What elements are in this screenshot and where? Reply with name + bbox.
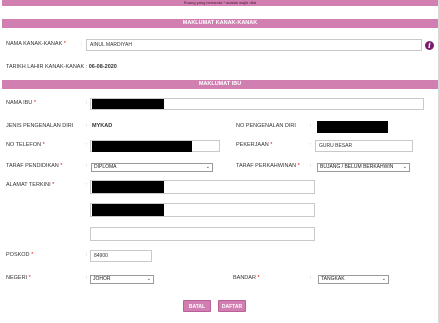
redacted-address-2 xyxy=(92,204,164,216)
child-dob-value: 06-08-2020 xyxy=(88,64,117,70)
colon: : xyxy=(81,41,83,47)
education-label: TARAF PENDIDIKAN * xyxy=(6,163,63,169)
chevron-down-icon: ⌄ xyxy=(381,276,386,282)
child-name-input[interactable]: AINUL MARDIYAH xyxy=(86,39,422,51)
required-fields-note: Ruang yang bertanda * adalah wajib diisi xyxy=(2,0,438,6)
address-label: ALAMAT TERKINI * xyxy=(6,182,55,188)
colon: : xyxy=(310,142,312,148)
colon: : xyxy=(86,163,88,169)
state-select[interactable]: JOHOR ⌄ xyxy=(90,275,154,284)
city-label: BANDAR * xyxy=(233,275,260,281)
child-dob-label: TARIKH LAHIR KANAK-KANAK : 06-08-2020 xyxy=(6,64,117,70)
state-label: NEGERI * xyxy=(6,275,31,281)
redacted-mother-name xyxy=(92,99,164,109)
job-input[interactable]: GURU BESAR xyxy=(315,140,413,152)
colon: : xyxy=(310,163,312,169)
id-number-label: NO PENGENALAN DIRI xyxy=(236,123,296,129)
mother-name-label: NAMA IBU * xyxy=(6,100,36,106)
mother-section-header: MAKLUMAT IBU xyxy=(2,80,438,89)
redacted-address-1 xyxy=(92,181,164,193)
marital-select[interactable]: BUJANG / BELUM BERKAHWIN ⌄ xyxy=(317,163,410,172)
chevron-down-icon: ⌄ xyxy=(205,164,210,170)
colon: : xyxy=(86,252,88,258)
postcode-input[interactable]: 84900 xyxy=(90,250,152,262)
chevron-down-icon: ⌄ xyxy=(402,164,407,170)
redacted-phone xyxy=(92,141,192,152)
id-type-label: JENIS PENGENALAN DIRI xyxy=(6,123,74,129)
phone-label: NO TELEFON * xyxy=(6,142,45,148)
marital-label: TARAF PERKAHWINAN * xyxy=(236,163,300,169)
colon: : xyxy=(86,123,88,129)
colon: : xyxy=(86,142,88,148)
child-name-label: NAMA KANAK-KANAK * xyxy=(6,41,66,47)
address-line-3-input[interactable] xyxy=(90,227,315,241)
redacted-id-number xyxy=(317,121,388,133)
id-type-value: MYKAD xyxy=(92,123,113,129)
colon: : xyxy=(86,182,88,188)
chevron-down-icon: ⌄ xyxy=(146,276,151,282)
info-icon[interactable]: i xyxy=(425,41,434,50)
colon: : xyxy=(86,275,88,281)
child-section-header: MAKLUMAT KANAK-KANAK xyxy=(2,19,438,28)
cancel-button[interactable]: BATAL xyxy=(183,300,211,312)
postcode-label: POSKOD * xyxy=(6,252,34,258)
city-select[interactable]: TANGKAK ⌄ xyxy=(318,275,389,284)
colon: : xyxy=(86,100,88,106)
job-label: PEKERJAAN * xyxy=(236,142,273,148)
colon: : xyxy=(310,123,312,129)
register-button[interactable]: DAFTAR xyxy=(218,300,246,312)
colon: : xyxy=(310,275,312,281)
education-select[interactable]: DIPLOMA ⌄ xyxy=(91,163,213,172)
